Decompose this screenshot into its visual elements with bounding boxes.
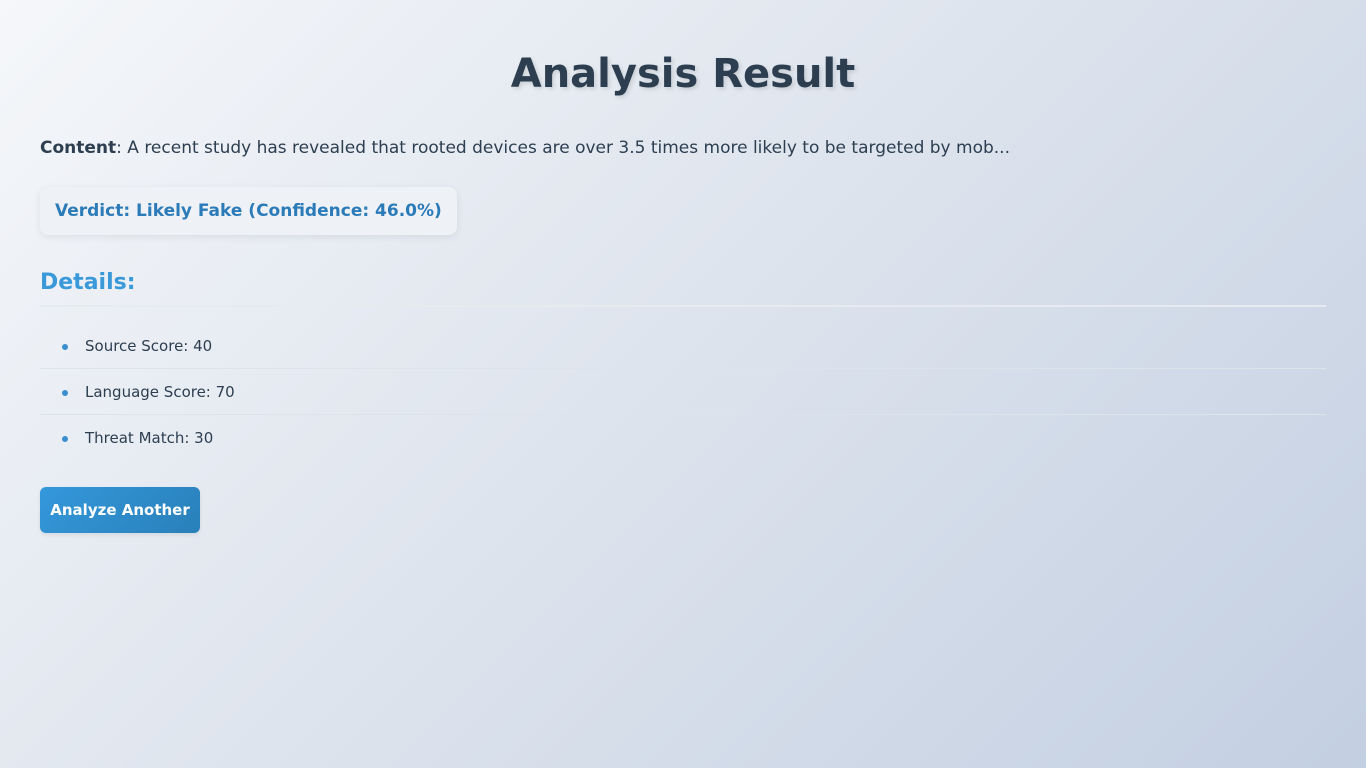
bullet-icon (62, 436, 68, 442)
bullet-icon (62, 344, 68, 350)
details-heading: Details: (40, 270, 136, 295)
detail-source-score: Source Score: 40 (85, 337, 213, 355)
result-container: Analysis Result Content: A recent study … (40, 0, 1326, 533)
detail-language-score: Language Score: 70 (85, 383, 235, 401)
list-item: Threat Match: 30 (40, 415, 1326, 461)
analyze-another-button[interactable]: Analyze Another (40, 487, 200, 533)
verdict-badge: Verdict: Likely Fake (Confidence: 46.0%) (40, 187, 457, 235)
content-summary: Content: A recent study has revealed tha… (40, 136, 1010, 160)
details-list: Source Score: 40 Language Score: 70 Thre… (40, 323, 1326, 461)
detail-threat-match: Threat Match: 30 (85, 429, 214, 447)
bullet-icon (62, 390, 68, 396)
details-divider (40, 305, 1326, 307)
content-label: Content (40, 138, 117, 158)
list-item: Language Score: 70 (40, 369, 1326, 415)
list-item: Source Score: 40 (40, 323, 1326, 369)
content-text: : A recent study has revealed that roote… (116, 138, 1010, 158)
page-title: Analysis Result (510, 51, 856, 97)
